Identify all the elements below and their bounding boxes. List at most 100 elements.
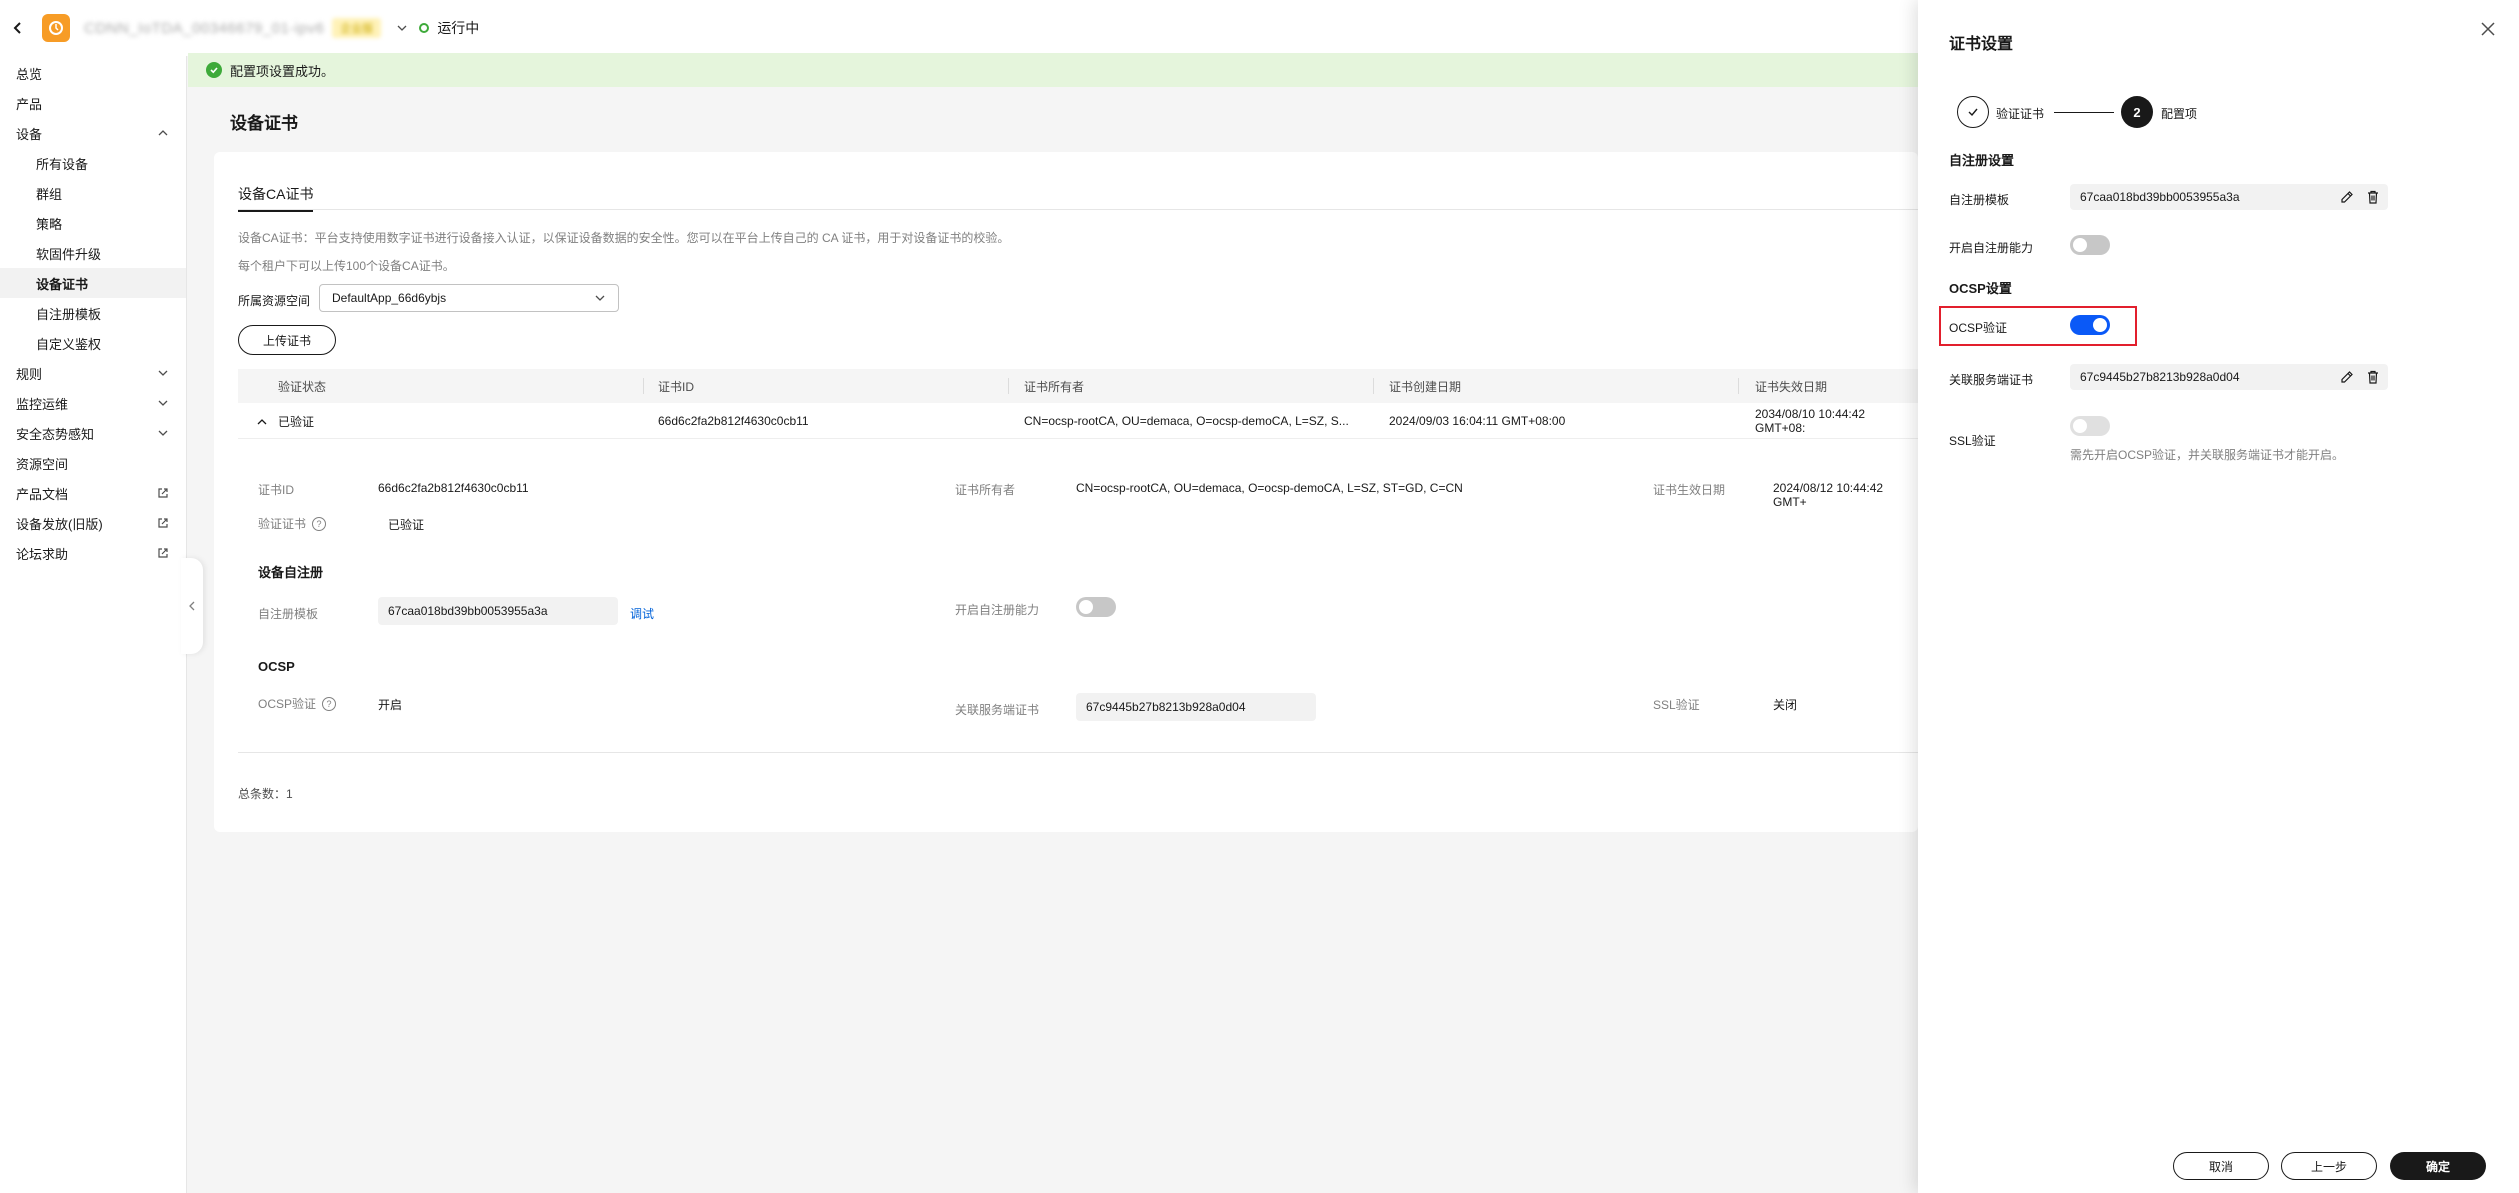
table-row: 已验证 66d6c2fa2b812f4630c0cb11 CN=ocsp-roo… — [238, 403, 1918, 439]
sidebar-item-overview[interactable]: 总览 — [0, 58, 186, 88]
cell-created-date: 2024/09/03 16:04:11 GMT+08:00 — [1389, 414, 1566, 428]
sidebar-item-security-awareness[interactable]: 安全态势感知 — [0, 418, 186, 448]
ocsp-toggle[interactable] — [2070, 315, 2110, 335]
sidebar-item-label: 设备发放(旧版) — [16, 516, 103, 532]
sidebar-item-product-docs[interactable]: 产品文档 — [0, 478, 186, 508]
chevron-up-icon[interactable] — [256, 416, 268, 428]
page-title: 设备证书 — [230, 114, 298, 133]
detail-enable-self-reg-label: 开启自注册能力 — [955, 603, 1040, 617]
status-text: 运行中 — [437, 20, 480, 36]
sidebar-item-label: 监控运维 — [16, 396, 69, 412]
step-1-label: 验证证书 — [1996, 107, 2045, 121]
delete-icon[interactable] — [2365, 189, 2381, 205]
instance-switch-chevron-icon[interactable] — [393, 19, 411, 37]
table-header: 验证状态 证书ID 证书所有者 证书创建日期 证书失效日期 — [238, 369, 1918, 403]
self-registration-section: 自注册设置 — [1949, 153, 2015, 168]
sidebar-item-label: 规则 — [16, 366, 43, 382]
column-divider — [1373, 378, 1374, 394]
resource-space-value: DefaultApp_66d6ybjs — [332, 291, 447, 305]
external-link-icon — [158, 518, 168, 528]
success-notice-text: 配置项设置成功。 — [230, 63, 335, 79]
sidebar-item-groups[interactable]: 群组 — [0, 178, 186, 208]
quota-text: 每个租户下可以上传100个设备CA证书。 — [238, 259, 455, 273]
upload-certificate-button[interactable]: 上传证书 — [238, 325, 336, 355]
template-value: 67caa018bd39bb0053955a3a — [2080, 190, 2240, 204]
sidebar-item-policies[interactable]: 策略 — [0, 208, 186, 238]
column-divider — [1008, 378, 1009, 394]
ssl-hint-text: 需先开启OCSP验证，并关联服务端证书才能开启。 — [2070, 448, 2345, 462]
back-arrow-icon[interactable] — [4, 14, 32, 42]
previous-step-button[interactable]: 上一步 — [2281, 1152, 2377, 1180]
cancel-button[interactable]: 取消 — [2173, 1152, 2269, 1180]
detail-ssl-label: SSL验证 — [1653, 698, 1700, 712]
detail-owner-label: 证书所有者 — [955, 483, 1016, 497]
template-label: 自注册模板 — [1949, 193, 2010, 207]
sidebar-item-label: 论坛求助 — [16, 546, 69, 562]
detail-effective-label: 证书生效日期 — [1653, 483, 1726, 497]
cell-cert-id: 66d6c2fa2b812f4630c0cb11 — [658, 414, 809, 428]
enable-self-reg-label: 开启自注册能力 — [1949, 241, 2034, 255]
sidebar-item-label: 安全态势感知 — [16, 426, 95, 442]
sidebar-item-monitoring[interactable]: 监控运维 — [0, 388, 186, 418]
table-bottom-divider — [238, 752, 1918, 753]
enable-self-reg-toggle[interactable] — [2070, 235, 2110, 255]
sidebar-item-all-devices[interactable]: 所有设备 — [0, 148, 186, 178]
ssl-toggle[interactable] — [2070, 416, 2110, 436]
debug-link[interactable]: 调试 — [630, 605, 654, 622]
sidebar-item-rules[interactable]: 规则 — [0, 358, 186, 388]
instance-status: 运行中 — [419, 18, 479, 38]
sidebar-item-devices[interactable]: 设备 — [0, 118, 186, 148]
sidebar-item-label: 所有设备 — [36, 156, 89, 172]
sidebar-item-legacy-provisioning[interactable]: 设备发放(旧版) — [0, 508, 186, 538]
chevron-down-icon — [158, 370, 168, 376]
total-count: 总条数：1 — [238, 787, 293, 801]
sidebar-collapse-handle[interactable] — [181, 558, 203, 654]
chevron-down-icon — [595, 295, 605, 301]
detail-server-cert-label: 关联服务端证书 — [955, 703, 1040, 717]
detail-self-reg-toggle — [1076, 597, 1116, 617]
detail-ocsp-value: 开启 — [378, 698, 403, 712]
sidebar-item-device-certificates[interactable]: 设备证书 — [0, 268, 186, 298]
drawer-title: 证书设置 — [1949, 36, 2014, 53]
cell-status: 已验证 — [278, 414, 315, 429]
step-1-done-icon — [1957, 96, 1989, 128]
column-header: 验证状态 — [278, 379, 327, 394]
resource-space-select[interactable]: DefaultApp_66d6ybjs — [319, 284, 619, 312]
instance-name: CDNN_IoTDA_00346679_01-ipv6 — [84, 19, 325, 37]
column-divider — [1738, 378, 1739, 394]
sidebar-item-custom-auth[interactable]: 自定义鉴权 — [0, 328, 186, 358]
sidebar-item-forum-help[interactable]: 论坛求助 — [0, 538, 186, 568]
ocsp-section-title: OCSP — [258, 659, 295, 674]
cell-expire-date: 2034/08/10 10:44:42 GMT+08: — [1755, 407, 1866, 435]
ocsp-label: OCSP验证 — [1949, 321, 2008, 335]
detail-verify-label-text: 验证证书 — [258, 517, 307, 531]
help-icon[interactable]: ? — [312, 516, 327, 531]
column-header: 证书失效日期 — [1755, 379, 1828, 394]
sidebar-item-self-registration-templates[interactable]: 自注册模板 — [0, 298, 186, 328]
self-registration-section-title: 设备自注册 — [258, 565, 324, 580]
server-cert-label: 关联服务端证书 — [1949, 373, 2034, 387]
step-2-label: 配置项 — [2161, 107, 2198, 121]
external-link-icon — [158, 488, 168, 498]
chevron-down-icon — [158, 400, 168, 406]
delete-icon[interactable] — [2365, 369, 2381, 385]
server-cert-value: 67c9445b27b8213b928a0d04 — [2080, 370, 2240, 384]
sidebar-item-resource-spaces[interactable]: 资源空间 — [0, 448, 186, 478]
detail-owner-value: CN=ocsp-rootCA, OU=demaca, O=ocsp-demoCA… — [1076, 481, 1463, 495]
detail-template-label: 自注册模板 — [258, 607, 319, 621]
certificate-card: 设备CA证书 设备CA证书：平台支持使用数字证书进行设备接入认证，以保证设备数据… — [214, 152, 1918, 832]
sidebar-item-products[interactable]: 产品 — [0, 88, 186, 118]
help-icon[interactable]: ? — [322, 696, 337, 711]
success-notice: 配置项设置成功。 — [188, 53, 1918, 87]
edit-icon[interactable] — [2339, 369, 2355, 385]
confirm-button[interactable]: 确定 — [2390, 1152, 2486, 1180]
sidebar-item-label: 产品 — [16, 96, 43, 112]
detail-effective-value: 2024/08/12 10:44:42 GMT+ — [1773, 481, 1884, 509]
sidebar-item-firmware-upgrade[interactable]: 软固件升级 — [0, 238, 186, 268]
certificate-settings-drawer: 证书设置 验证证书 2 配置项 自注册设置 自注册模板 67caa018bd39… — [1918, 0, 2519, 1193]
step-connector — [2054, 112, 2114, 113]
tab-divider — [238, 209, 1918, 210]
edit-icon[interactable] — [2339, 189, 2355, 205]
tab-device-ca-cert[interactable]: 设备CA证书 — [238, 184, 314, 212]
close-icon[interactable] — [2477, 18, 2499, 40]
